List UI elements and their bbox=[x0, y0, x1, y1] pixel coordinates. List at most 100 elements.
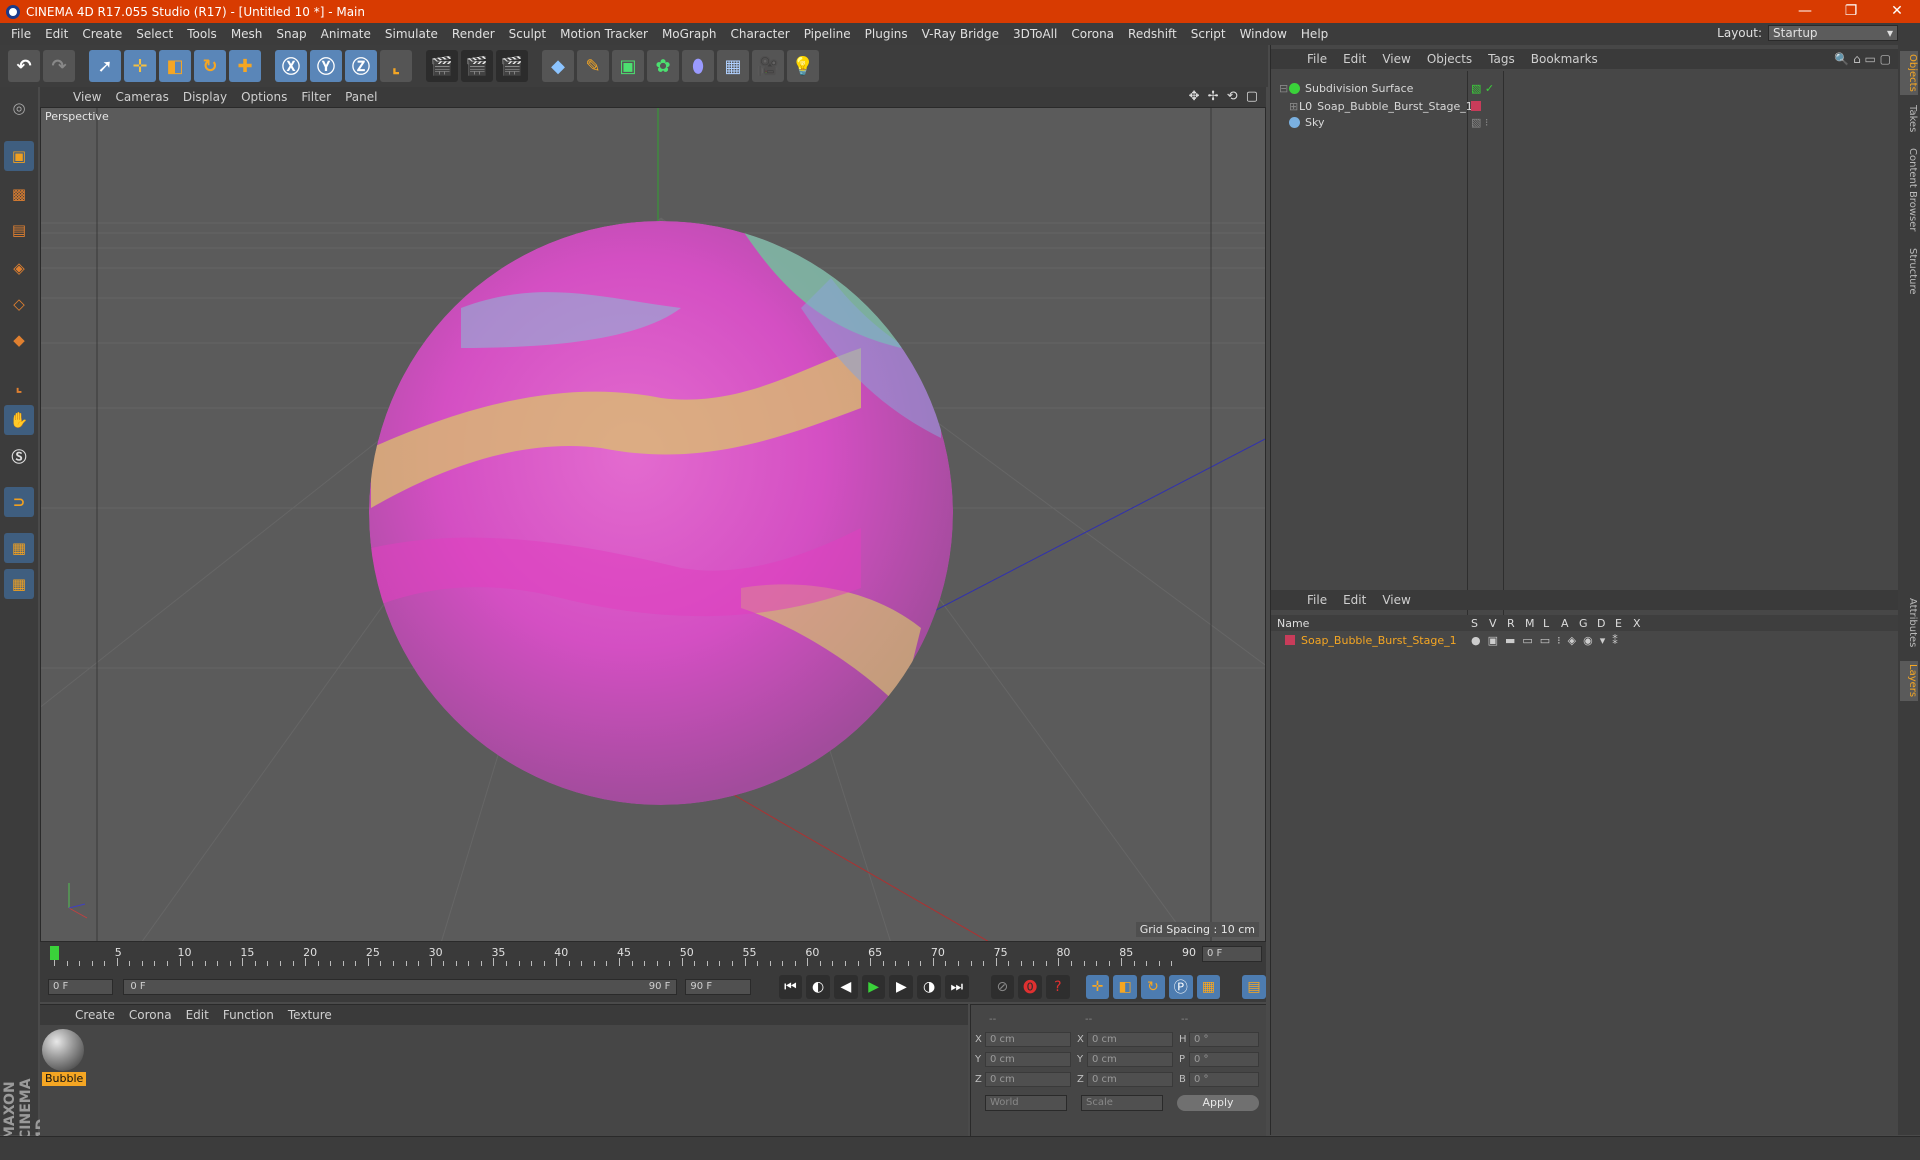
make-editable-icon[interactable]: ◎ bbox=[4, 93, 34, 123]
menu-3dtoall[interactable]: 3DToAll bbox=[1006, 27, 1064, 41]
rotation-b-field[interactable]: 0 ° bbox=[1189, 1071, 1259, 1087]
move-tool-icon[interactable]: ✛ bbox=[124, 50, 156, 82]
frame-range-slider[interactable]: 0 F 90 F bbox=[123, 979, 678, 995]
timeline[interactable]: 051015202530354045505560657075808590 0 F bbox=[40, 942, 1266, 972]
scale-select[interactable]: Scale bbox=[1081, 1095, 1163, 1111]
rotation-p-field[interactable]: 0 ° bbox=[1189, 1051, 1259, 1067]
menu-snap[interactable]: Snap bbox=[269, 27, 313, 41]
play-icon[interactable]: ▶ bbox=[861, 975, 886, 999]
menu-motion-tracker[interactable]: Motion Tracker bbox=[553, 27, 655, 41]
objects-menu-objects[interactable]: Objects bbox=[1419, 52, 1480, 66]
layer-row[interactable]: Soap_Bubble_Burst_Stage_1 ●▣▬▭▭⁝◈◉▾⁑ bbox=[1271, 632, 1899, 648]
viewport-nav-icons[interactable]: ✥ ✢ ⟲ ▢ bbox=[1189, 89, 1260, 104]
end-frame-field[interactable]: 90 F bbox=[685, 979, 751, 995]
autokey-icon[interactable]: ⓿ bbox=[1018, 975, 1042, 999]
tab-takes[interactable]: Takes bbox=[1900, 103, 1918, 135]
next-frame-icon[interactable]: ▶ bbox=[889, 975, 914, 999]
deformer-icon[interactable]: ⬮ bbox=[682, 50, 714, 82]
tab-layers[interactable]: Layers bbox=[1900, 661, 1918, 701]
redo-icon[interactable]: ↷ bbox=[43, 50, 75, 82]
position-y-field[interactable]: 0 cm bbox=[985, 1051, 1071, 1067]
rotate-tool-icon[interactable]: ↻ bbox=[194, 50, 226, 82]
go-to-start-icon[interactable]: ⏮ bbox=[778, 975, 803, 999]
workplane-mode-icon[interactable]: ▤ bbox=[4, 215, 34, 245]
model-mode-icon[interactable]: ▣ bbox=[4, 141, 34, 171]
key-scale-icon[interactable]: ◧ bbox=[1113, 975, 1138, 999]
cube-object-icon[interactable]: ◆ bbox=[542, 50, 574, 82]
previous-keyframe-icon[interactable]: ◐ bbox=[806, 975, 831, 999]
material-menu-create[interactable]: Create bbox=[68, 1008, 122, 1022]
menu-pipeline[interactable]: Pipeline bbox=[797, 27, 858, 41]
camera-icon[interactable]: 🎥 bbox=[752, 50, 784, 82]
layers-menu-file[interactable]: File bbox=[1299, 593, 1335, 607]
menu-vray-bridge[interactable]: V-Ray Bridge bbox=[915, 27, 1006, 41]
object-manager-search-icon[interactable]: 🔍 ⌂ ▭ ▢ bbox=[1834, 52, 1891, 66]
menu-create[interactable]: Create bbox=[75, 27, 129, 41]
tab-structure[interactable]: Structure bbox=[1900, 245, 1918, 297]
layout-select[interactable]: Startup bbox=[1768, 25, 1898, 41]
timeline-window-icon[interactable]: ▤ bbox=[1242, 975, 1266, 999]
pen-spline-icon[interactable]: ✎ bbox=[577, 50, 609, 82]
scale-tool-icon[interactable]: ◧ bbox=[159, 50, 191, 82]
keyframe-selection-icon[interactable]: ? bbox=[1046, 975, 1070, 999]
undo-icon[interactable]: ↶ bbox=[8, 50, 40, 82]
points-mode-icon[interactable]: ◈ bbox=[4, 253, 34, 283]
layer-color-swatch[interactable] bbox=[1471, 101, 1481, 111]
material-swatch[interactable]: Bubble bbox=[42, 1029, 86, 1087]
objects-menu-file[interactable]: File bbox=[1299, 52, 1335, 66]
minimize-button[interactable]: — bbox=[1782, 0, 1828, 23]
timeline-ruler[interactable]: 051015202530354045505560657075808590 bbox=[48, 944, 1198, 968]
apply-button[interactable]: Apply bbox=[1177, 1095, 1259, 1111]
workplane-icon[interactable]: ▦ bbox=[4, 569, 34, 599]
recent-tool-icon[interactable]: ✚ bbox=[229, 50, 261, 82]
record-keys-icon[interactable]: ⊘ bbox=[990, 975, 1015, 999]
tab-attributes[interactable]: Attributes bbox=[1900, 593, 1918, 653]
menu-window[interactable]: Window bbox=[1233, 27, 1294, 41]
menu-character[interactable]: Character bbox=[723, 27, 796, 41]
material-menu-corona[interactable]: Corona bbox=[122, 1008, 179, 1022]
viewport-menu-filter[interactable]: Filter bbox=[294, 90, 338, 104]
viewport-menu-cameras[interactable]: Cameras bbox=[108, 90, 175, 104]
viewport-menu-view[interactable]: View bbox=[66, 90, 108, 104]
tab-objects[interactable]: Objects bbox=[1900, 51, 1918, 95]
texture-mode-icon[interactable]: ▩ bbox=[4, 179, 34, 209]
layers-menu-edit[interactable]: Edit bbox=[1335, 593, 1374, 607]
material-menu-texture[interactable]: Texture bbox=[281, 1008, 339, 1022]
menu-corona[interactable]: Corona bbox=[1064, 27, 1121, 41]
menu-edit[interactable]: Edit bbox=[38, 27, 75, 41]
object-row-subdivision[interactable]: ⊟ Subdivision Surface ▧ ✓ bbox=[1271, 79, 1899, 97]
restore-button[interactable]: ❐ bbox=[1828, 0, 1874, 23]
key-rotation-icon[interactable]: ↻ bbox=[1141, 975, 1165, 999]
menu-select[interactable]: Select bbox=[129, 27, 180, 41]
menu-help[interactable]: Help bbox=[1294, 27, 1335, 41]
material-menu-edit[interactable]: Edit bbox=[179, 1008, 216, 1022]
key-pla-icon[interactable]: ▦ bbox=[1196, 975, 1221, 999]
start-frame-field[interactable]: 0 F bbox=[48, 979, 114, 995]
go-to-end-icon[interactable]: ⏭ bbox=[944, 975, 969, 999]
menu-file[interactable]: File bbox=[4, 27, 38, 41]
timeline-current-frame[interactable]: 0 F bbox=[1202, 946, 1262, 962]
material-menu-function[interactable]: Function bbox=[216, 1008, 281, 1022]
objects-menu-tags[interactable]: Tags bbox=[1480, 52, 1523, 66]
layers-menu-view[interactable]: View bbox=[1374, 593, 1418, 607]
objects-menu-view[interactable]: View bbox=[1374, 52, 1418, 66]
next-keyframe-icon[interactable]: ◑ bbox=[917, 975, 941, 999]
z-axis-lock-icon[interactable]: Ⓩ bbox=[345, 50, 377, 82]
render-picture-viewer-icon[interactable]: 🎬 bbox=[461, 50, 493, 82]
tweak-mode-icon[interactable]: ✋ bbox=[4, 405, 34, 435]
menu-script[interactable]: Script bbox=[1184, 27, 1233, 41]
lock-workplane-icon[interactable]: ▦ bbox=[4, 533, 34, 563]
axis-mode-icon[interactable]: ⌞ bbox=[4, 371, 34, 401]
menu-simulate[interactable]: Simulate bbox=[378, 27, 445, 41]
key-position-icon[interactable]: ✛ bbox=[1085, 975, 1110, 999]
world-select[interactable]: World bbox=[985, 1095, 1067, 1111]
polygons-mode-icon[interactable]: ◆ bbox=[4, 325, 34, 355]
subdivision-surface-icon[interactable]: ▣ bbox=[612, 50, 644, 82]
size-y-field[interactable]: 0 cm bbox=[1087, 1051, 1173, 1067]
menu-animate[interactable]: Animate bbox=[314, 27, 378, 41]
objects-menu-bookmarks[interactable]: Bookmarks bbox=[1523, 52, 1606, 66]
viewport-menu-options[interactable]: Options bbox=[234, 90, 294, 104]
layer-color-swatch[interactable] bbox=[1285, 635, 1295, 645]
viewport[interactable]: Perspective Grid Spacing : 10 cm bbox=[40, 107, 1266, 942]
size-z-field[interactable]: 0 cm bbox=[1087, 1071, 1173, 1087]
